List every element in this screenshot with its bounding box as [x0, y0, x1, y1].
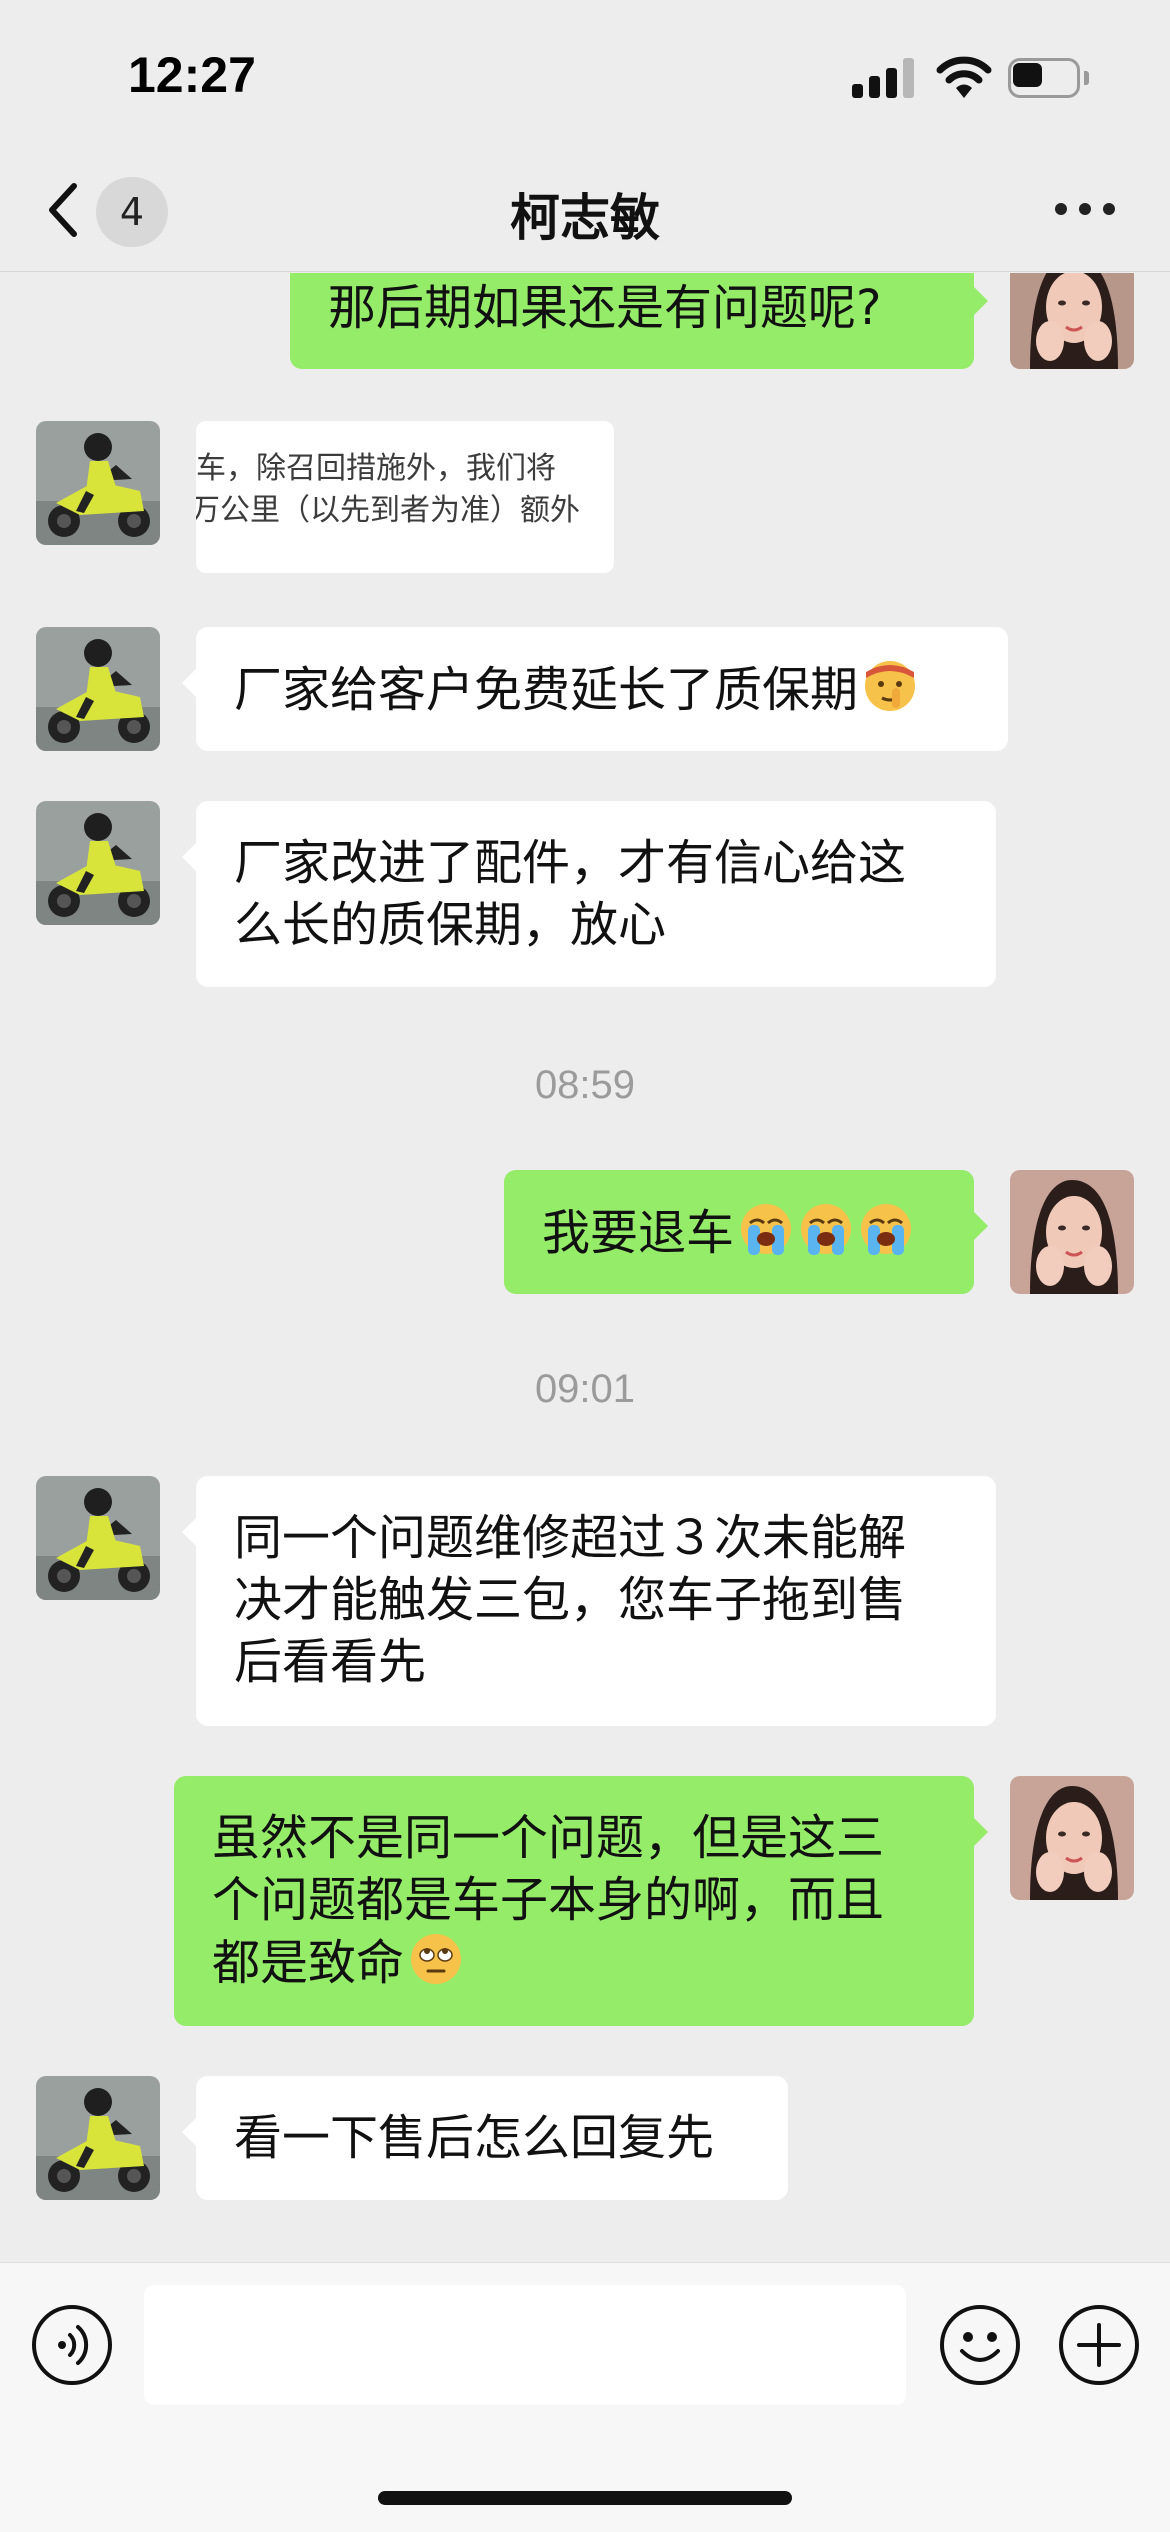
more-options-icon[interactable] [1055, 203, 1115, 217]
message-text: 厂家给客户免费延长了质保期 [234, 658, 970, 721]
self-avatar[interactable] [1010, 1170, 1134, 1294]
message-text: 看一下售后怎么回复先 [234, 2110, 715, 2166]
contact-avatar[interactable] [36, 2076, 160, 2200]
emoji-picker-icon[interactable] [938, 2303, 1022, 2387]
cellular-signal-icon [852, 58, 914, 98]
shushing-face-emoji-icon [865, 661, 916, 711]
outgoing-message[interactable]: 我要退车 [504, 1170, 988, 1294]
message-text: 都是致命 [212, 1931, 936, 1994]
status-time: 12:27 [128, 47, 256, 103]
loudly-crying-face-emoji-icon [861, 1204, 912, 1255]
incoming-message[interactable]: 厂家改进了配件，才有信心给这 么长的质保期，放心 [182, 801, 996, 987]
contact-avatar[interactable] [36, 627, 160, 751]
message-text: 厂家改进了配件，才有信心给这 [234, 835, 907, 891]
back-chevron-icon[interactable] [44, 180, 84, 240]
unread-count-badge[interactable]: 4 [96, 177, 168, 247]
status-bar: 12:27 [0, 0, 1170, 150]
message-text: 同一个问题维修超过３次未能解 [234, 1510, 907, 1566]
contact-avatar[interactable] [36, 421, 160, 545]
voice-input-icon[interactable] [30, 2303, 114, 2387]
face-with-rolling-eyes-emoji-icon [411, 1934, 462, 1984]
image-message[interactable]: 车，除召回措施外，我们将 万公里（以先到者为准）额外 [196, 421, 614, 573]
input-bar [0, 2262, 1170, 2532]
contact-avatar[interactable] [36, 1476, 160, 1600]
chat-screen: 12:27 4 柯志敏 那后期如果还是有问题呢? 车，除召回措施外，我们将 万公… [0, 0, 1170, 2532]
self-avatar[interactable] [1010, 273, 1134, 369]
message-list[interactable]: 那后期如果还是有问题呢? 车，除召回措施外，我们将 万公里（以先到者为准）额外 … [0, 273, 1170, 2260]
self-avatar[interactable] [1010, 1776, 1134, 1900]
message-timestamp: 08:59 [534, 1063, 636, 1107]
wifi-icon [936, 56, 992, 98]
add-attachment-icon[interactable] [1057, 2303, 1141, 2387]
message-text: 后看看先 [234, 1634, 427, 1690]
contact-avatar[interactable] [36, 801, 160, 925]
message-text: 虽然不是同一个问题，但是这三 [212, 1810, 885, 1866]
loudly-crying-face-emoji-icon [741, 1204, 792, 1255]
incoming-message[interactable]: 同一个问题维修超过３次未能解 决才能触发三包，您车子拖到售 后看看先 [182, 1476, 996, 1726]
message-text: 决才能触发三包，您车子拖到售 [234, 1572, 907, 1628]
message-text: 个问题都是车子本身的啊，而且 [212, 1872, 885, 1928]
message-input[interactable] [144, 2285, 906, 2405]
incoming-message[interactable]: 厂家给客户免费延长了质保期 [182, 627, 1008, 751]
message-text: 我要退车 [542, 1201, 936, 1264]
image-text-line: 万公里（以先到者为准）额外 [196, 493, 580, 528]
chat-title: 柯志敏 [510, 189, 660, 247]
chat-header: 4 柯志敏 [0, 150, 1170, 272]
image-text-line: 车，除召回措施外，我们将 [196, 451, 556, 486]
message-text: 么长的质保期，放心 [234, 897, 667, 953]
battery-icon [1008, 58, 1089, 98]
loudly-crying-face-emoji-icon [801, 1204, 852, 1255]
message-timestamp: 09:01 [534, 1367, 636, 1411]
incoming-message[interactable]: 看一下售后怎么回复先 [182, 2076, 788, 2200]
outgoing-message[interactable]: 那后期如果还是有问题呢? [290, 273, 988, 369]
message-text: 那后期如果还是有问题呢? [328, 280, 882, 336]
outgoing-message[interactable]: 虽然不是同一个问题，但是这三 个问题都是车子本身的啊，而且 都是致命 [174, 1776, 988, 2026]
home-indicator[interactable] [378, 2491, 792, 2505]
